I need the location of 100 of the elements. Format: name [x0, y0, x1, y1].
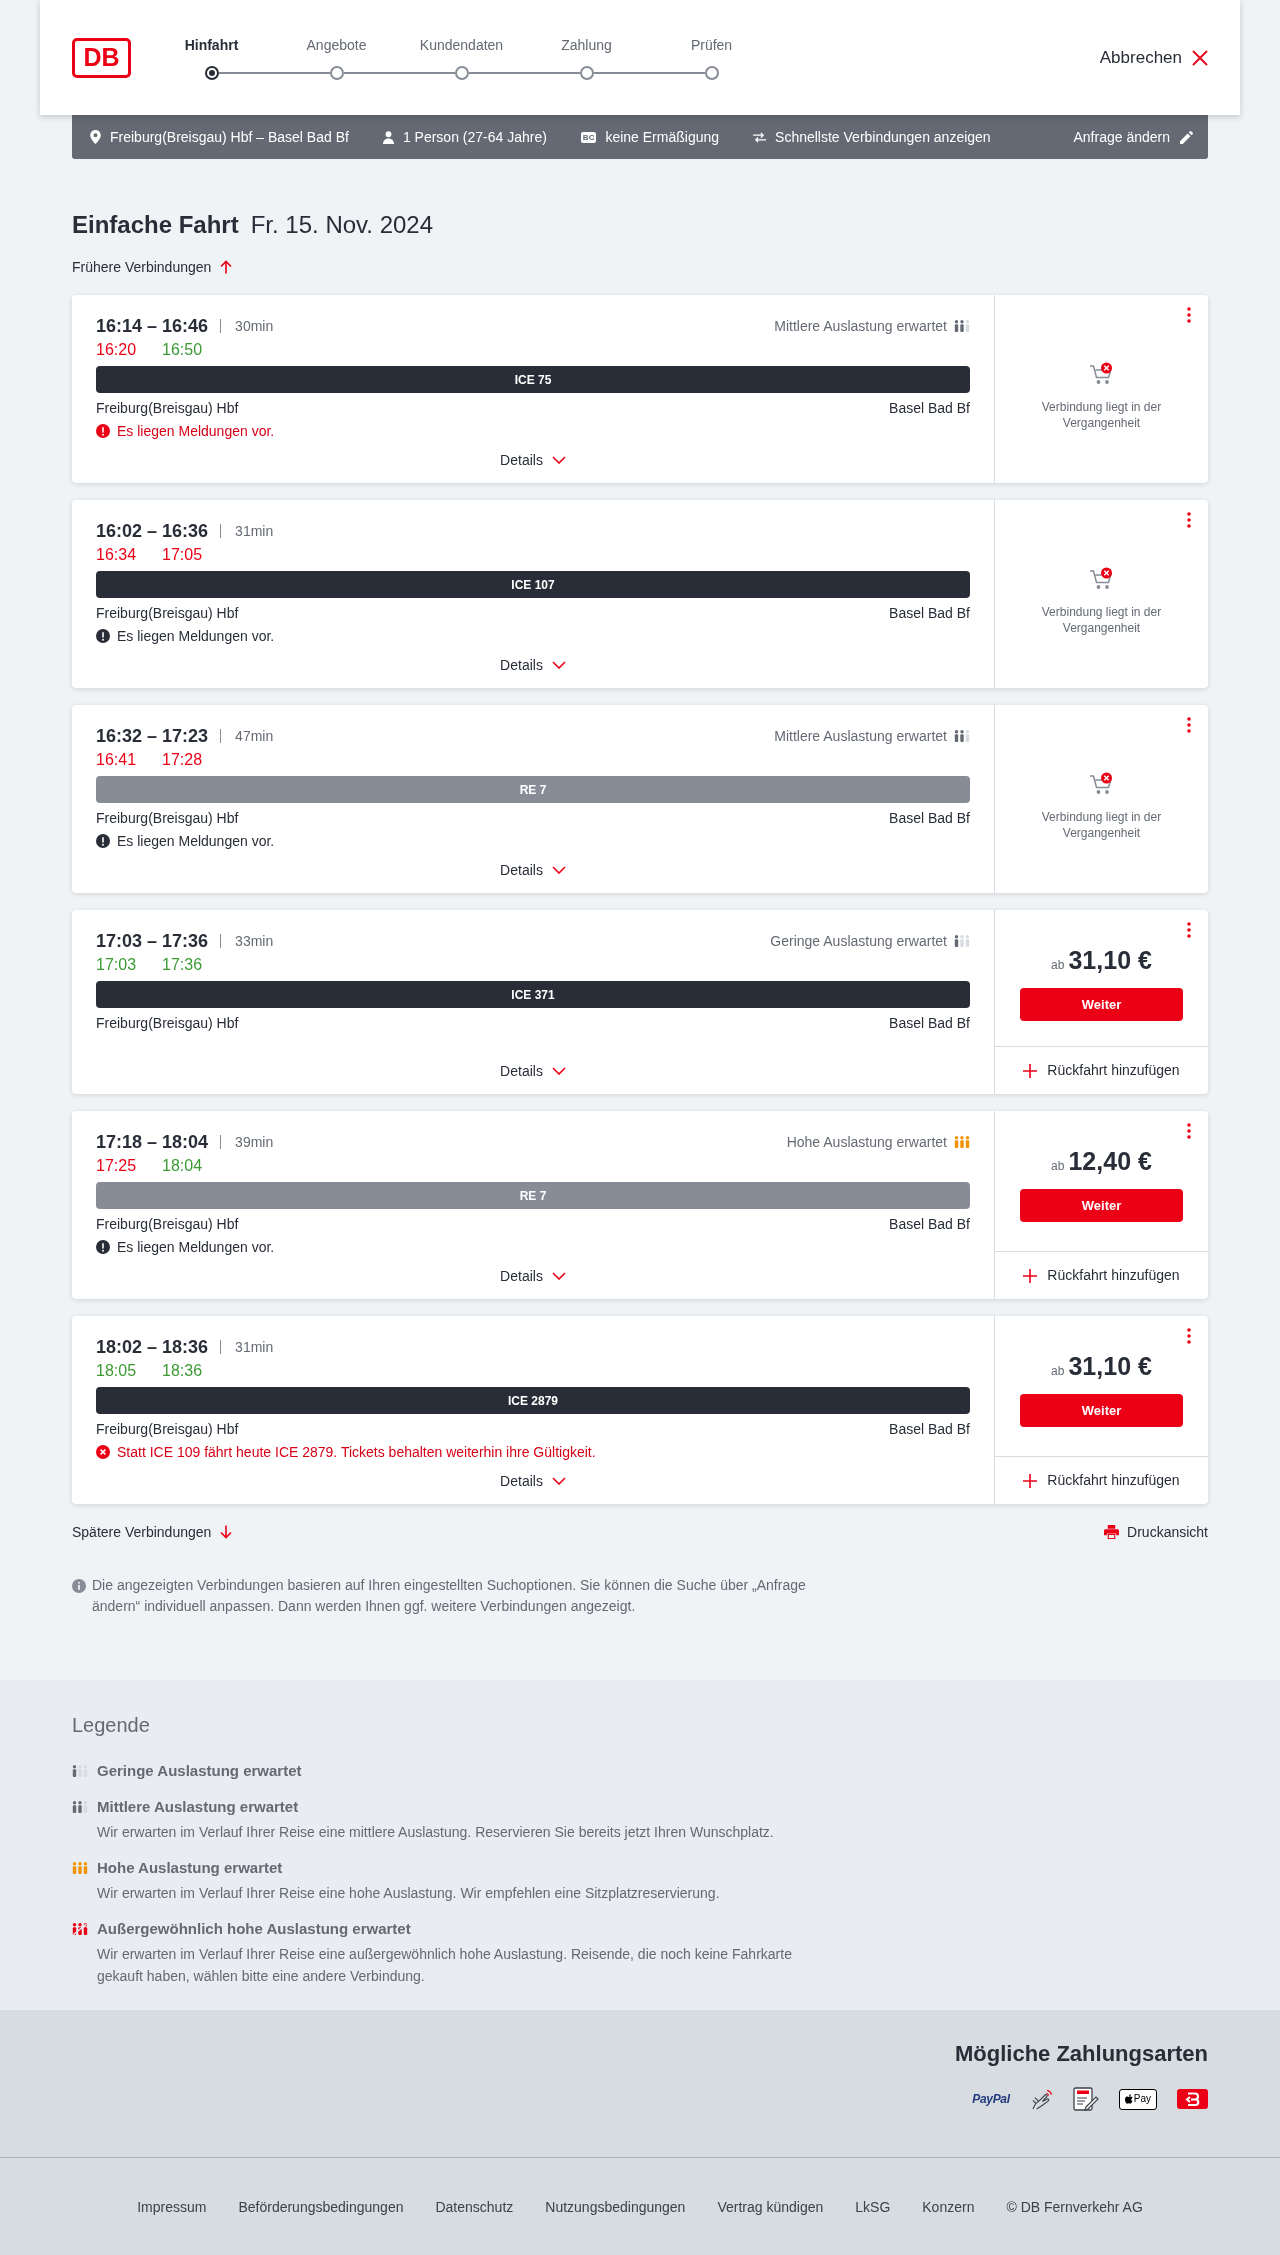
footer-link[interactable]: Nutzungsbedingungen	[545, 2196, 686, 2218]
footer-link[interactable]: Beförderungsbedingungen	[238, 2196, 404, 2218]
exclamation-icon	[96, 629, 110, 643]
print-view-link[interactable]: Druckansicht	[1104, 1521, 1208, 1543]
legend-item-description: Wir erwarten im Verlauf Ihrer Reise eine hohe Auslastung. Wir empfehlen eine Sitzplatzreservierung.	[97, 1884, 721, 1903]
message-text: Es liegen Meldungen vor.	[117, 421, 275, 441]
continue-button[interactable]: Weiter	[1020, 1189, 1183, 1222]
edit-request-button[interactable]: Anfrage ändern	[1073, 126, 1193, 148]
passenger-summary: 1 Person (27-64 Jahre)	[402, 127, 547, 147]
apple-pay-label: Pay	[1133, 2094, 1151, 2104]
discount-summary: keine Ermäßigung	[605, 127, 720, 147]
more-icon	[1187, 512, 1191, 528]
add-return-button[interactable]: Rückfahrt hinzufügen	[995, 1046, 1208, 1094]
continue-button[interactable]: Weiter	[1020, 988, 1183, 1021]
duration: 31min	[235, 1337, 274, 1357]
arrival-station: Basel Bad Bf	[889, 1214, 970, 1234]
more-button[interactable]	[1184, 920, 1194, 940]
document-pen-icon	[1072, 2087, 1099, 2111]
copyright-text: © DB Fernverkehr AG	[1006, 2197, 1143, 2217]
plus-icon	[1023, 1473, 1038, 1488]
add-return-button[interactable]: Rückfahrt hinzufügen	[995, 1456, 1208, 1504]
connection-times: 17:18 – 18:04	[96, 1131, 209, 1154]
cart-cross-icon	[1088, 361, 1115, 386]
footer-link[interactable]: Impressum	[137, 2196, 207, 2218]
message-text: Es liegen Meldungen vor.	[117, 1237, 275, 1257]
pencil-icon	[1180, 130, 1193, 144]
departure-station: Freiburg(Breisgau) Hbf	[96, 603, 239, 623]
details-button[interactable]: Details	[500, 1469, 566, 1493]
departure-station: Freiburg(Breisgau) Hbf	[96, 1214, 239, 1234]
details-button[interactable]: Details	[500, 1059, 566, 1083]
realtime-departure: 16:20	[96, 340, 138, 360]
printer-icon	[1104, 1525, 1120, 1539]
exclamation-icon	[96, 424, 110, 438]
train-bar: RE 7	[96, 1182, 970, 1209]
departure-station: Freiburg(Breisgau) Hbf	[96, 808, 239, 828]
more-button[interactable]	[1184, 305, 1194, 325]
details-button[interactable]: Details	[500, 1264, 566, 1288]
message-text: Statt ICE 109 fährt heute ICE 2879. Tickets behalten weiterhin ihre Gültigkeit.	[117, 1442, 596, 1462]
continue-button[interactable]: Weiter	[1020, 1394, 1183, 1427]
apple-icon	[1124, 2094, 1133, 2104]
cross-circle-icon	[96, 1445, 110, 1459]
people-icon	[72, 1862, 88, 1874]
connection-times: 17:03 – 17:36	[96, 930, 209, 953]
message-text: Es liegen Meldungen vor.	[117, 831, 275, 851]
people-icon	[72, 1801, 88, 1813]
arrival-station: Basel Bad Bf	[889, 808, 970, 828]
legend-item-title: Mittlere Auslastung erwartet	[97, 1797, 300, 1817]
occupancy-label: Mittlere Auslastung erwartet	[774, 726, 947, 746]
train-bar: ICE 75	[96, 366, 970, 393]
people-icon	[954, 935, 970, 947]
logo: DB	[72, 37, 131, 78]
connection-times: 16:32 – 17:23	[96, 725, 209, 748]
footer-link[interactable]: LkSG	[855, 2196, 891, 2218]
people-icon	[954, 730, 970, 742]
arrow-down-icon	[220, 1525, 233, 1539]
details-button[interactable]: Details	[500, 448, 566, 472]
realtime-arrival: 18:36	[162, 1361, 203, 1381]
duration: 30min	[235, 316, 274, 336]
arrival-station: Basel Bad Bf	[889, 398, 970, 418]
sort-option-summary: Schnellste Verbindungen anzeigen	[775, 127, 991, 147]
arrow-up-icon	[220, 260, 233, 274]
price-prefix: ab	[1051, 957, 1065, 974]
duration: 47min	[235, 726, 274, 746]
price-prefix: ab	[1051, 1158, 1065, 1175]
footer-link[interactable]: Vertrag kündigen	[717, 2196, 824, 2218]
details-button[interactable]: Details	[500, 653, 566, 677]
details-button[interactable]: Details	[500, 858, 566, 882]
more-icon	[1187, 717, 1191, 733]
legend-item-description: Wir erwarten im Verlauf Ihrer Reise eine mittlere Auslastung. Reservieren Sie bereits jetzt Ihren Wunschplatz.	[97, 1823, 775, 1842]
footer-link[interactable]: Konzern	[922, 2196, 975, 2218]
duration: 33min	[235, 931, 274, 951]
step-label: Zahlung	[561, 36, 612, 55]
departure-station: Freiburg(Breisgau) Hbf	[96, 398, 239, 418]
people-icon	[954, 320, 970, 332]
payment-methods-title: Mögliche Zahlungsarten	[954, 2040, 1208, 2068]
legend-item-title: Außergewöhnlich hohe Auslastung erwartet	[97, 1919, 412, 1939]
train-bar: ICE 107	[96, 571, 970, 598]
swap-arrows-icon	[753, 131, 767, 143]
more-button[interactable]	[1184, 715, 1194, 735]
message-text: Es liegen Meldungen vor.	[117, 626, 275, 646]
more-button[interactable]	[1184, 510, 1194, 530]
more-button[interactable]	[1184, 1326, 1194, 1346]
departure-station: Freiburg(Breisgau) Hbf	[96, 1013, 239, 1033]
legend-item-title: Hohe Auslastung erwartet	[97, 1858, 284, 1878]
person-icon	[382, 130, 394, 144]
later-connections-link[interactable]: Spätere Verbindungen	[72, 1521, 233, 1543]
more-button[interactable]	[1184, 1121, 1194, 1141]
chevron-down-icon	[551, 456, 566, 464]
realtime-arrival: 17:36	[162, 955, 203, 975]
earlier-connections-link[interactable]: Frühere Verbindungen	[72, 257, 233, 277]
footer-link[interactable]: Datenschutz	[435, 2196, 514, 2218]
realtime-arrival: 17:05	[162, 545, 203, 565]
cancel-button[interactable]: Abbrechen	[1099, 44, 1208, 71]
location-pin-icon	[90, 130, 101, 144]
card-badge: BC	[580, 131, 597, 143]
add-return-button[interactable]: Rückfahrt hinzufügen	[995, 1251, 1208, 1299]
price-prefix: ab	[1051, 1363, 1065, 1380]
train-bar: RE 7	[96, 776, 970, 803]
people-icon	[954, 1136, 970, 1148]
realtime-departure: 17:03	[96, 955, 138, 975]
